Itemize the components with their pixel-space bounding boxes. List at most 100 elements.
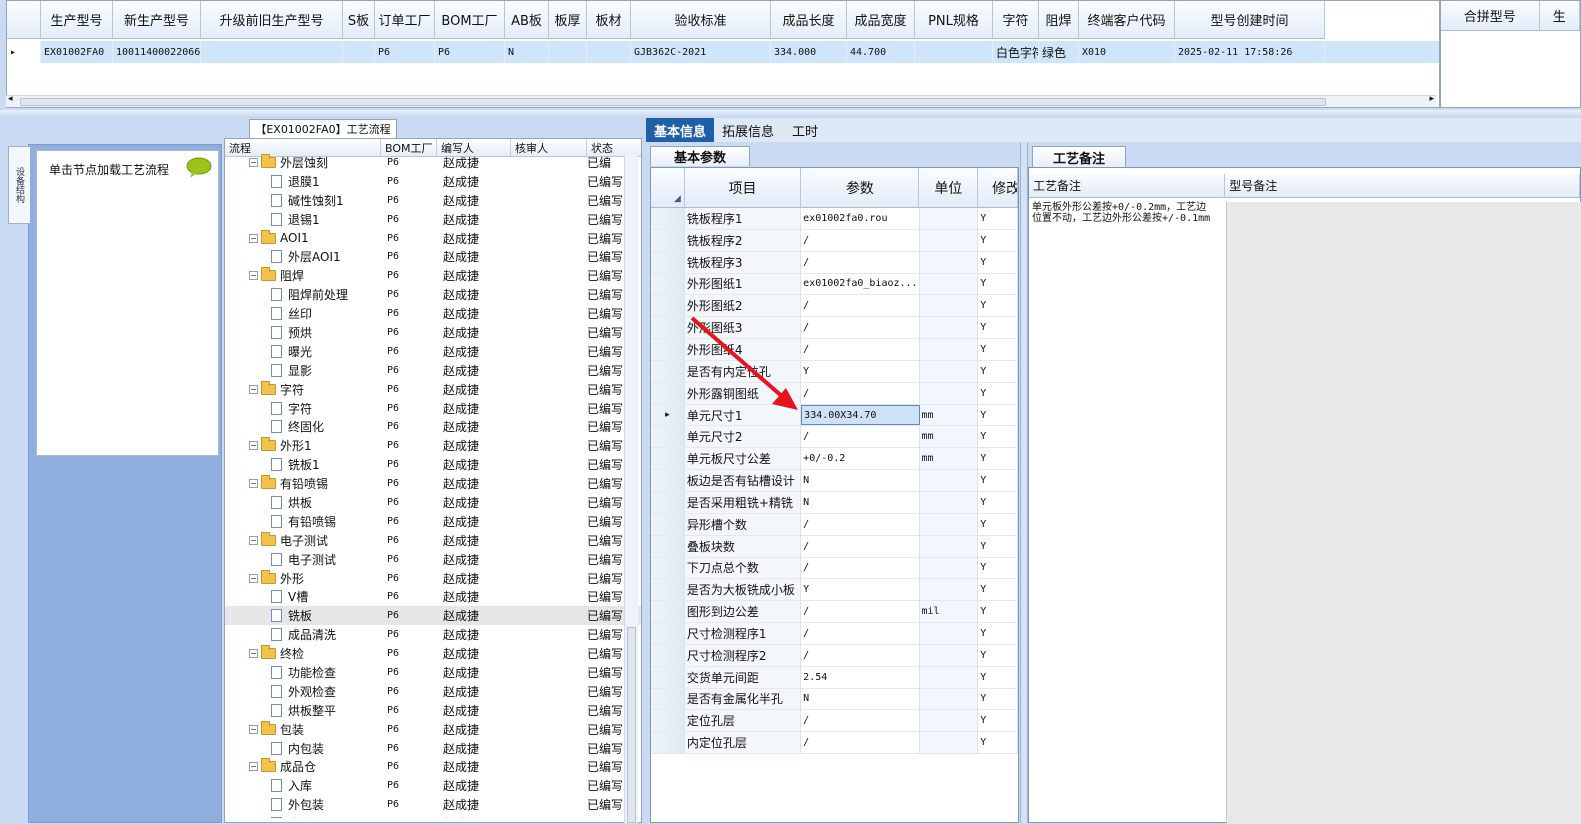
top-cell-solder[interactable]: 绿色	[1039, 41, 1079, 63]
param-unit[interactable]	[919, 273, 979, 295]
tree-row[interactable]: − 成品仓 P6 赵成捷 已编写	[225, 758, 641, 777]
param-modify[interactable]: Y	[978, 470, 1018, 491]
param-modify[interactable]: Y	[978, 317, 1018, 339]
top-cell-new-model[interactable]: 10011400022066	[113, 41, 201, 63]
collapse-icon[interactable]: −	[249, 441, 258, 451]
tree-row[interactable]: 电子测试 P6 赵成捷 已编写	[225, 550, 641, 569]
top-col-header[interactable]: 阻焊	[1039, 1, 1079, 39]
tree-row[interactable]: 退膜1 P6 赵成捷 已编写	[225, 172, 641, 191]
top-col-header[interactable]: 升级前旧生产型号	[201, 1, 343, 39]
top-cell-length[interactable]: 334.000	[771, 41, 847, 63]
param-unit[interactable]	[919, 535, 979, 557]
top-col-header[interactable]: AB板	[505, 1, 549, 39]
param-modify[interactable]: Y	[978, 623, 1018, 644]
param-unit[interactable]: mil	[919, 601, 979, 623]
tree-row[interactable]: 外包装 P6 赵成捷 已编写	[225, 795, 641, 814]
param-unit[interactable]	[919, 732, 979, 754]
tree-row[interactable]: − 阻焊 P6 赵成捷 已编写	[225, 266, 641, 285]
param-unit[interactable]	[919, 382, 979, 404]
tab-basic-params[interactable]: 基本参数	[650, 146, 750, 166]
process-remark-text[interactable]: 单元板外形公差按+0/-0.2mm，工艺边位置不动，工艺边外形公差按+/-0.1…	[1032, 202, 1212, 224]
param-value[interactable]: /	[801, 229, 920, 251]
top-cell-created[interactable]: 2025-02-11 17:58:26	[1175, 41, 1325, 63]
param-unit[interactable]	[919, 360, 979, 382]
collapse-icon[interactable]: −	[249, 384, 258, 394]
param-modify[interactable]: Y	[978, 535, 1018, 557]
param-row[interactable]: 异形槽个数 / Y	[651, 513, 1018, 536]
param-modify[interactable]: Y	[978, 688, 1018, 710]
param-value[interactable]: /	[801, 295, 920, 317]
param-modify[interactable]: Y	[978, 513, 1018, 535]
top-col-header[interactable]: 新生产型号	[113, 1, 201, 39]
collapse-icon[interactable]: −	[249, 479, 258, 489]
tree-row[interactable]: V槽 P6 赵成捷 已编写	[225, 587, 641, 606]
param-row[interactable]: 是否有金属化半孔 N Y	[651, 688, 1018, 711]
param-modify[interactable]: Y	[978, 404, 1019, 426]
param-modify[interactable]: Y	[978, 579, 1018, 601]
param-unit[interactable]	[919, 579, 979, 601]
param-value[interactable]: /	[801, 557, 920, 579]
param-row[interactable]: 铣板程序1 ex01002fa0.rou Y	[651, 208, 1018, 230]
top-col-header[interactable]: 订单工厂	[375, 1, 435, 39]
top-cell-width[interactable]: 44.700	[847, 41, 915, 63]
collapse-icon[interactable]: −	[249, 535, 258, 545]
tree-row[interactable]: 碱性蚀刻1 P6 赵成捷 已编写	[225, 191, 641, 210]
param-value[interactable]: /	[801, 732, 920, 754]
param-modify[interactable]: Y	[978, 426, 1018, 448]
tree-row[interactable]: − 外形1 P6 赵成捷 已编写	[225, 436, 641, 455]
param-modify[interactable]: Y	[978, 273, 1018, 295]
top-col-header[interactable]: 型号创建时间	[1175, 1, 1325, 39]
param-row[interactable]: 尺寸检测程序1/ Y	[651, 623, 1018, 645]
param-row[interactable]: 叠板块数 / Y	[651, 535, 1018, 558]
param-value[interactable]: /	[801, 426, 920, 448]
param-unit[interactable]	[919, 339, 979, 360]
top-col-header[interactable]: S板	[343, 1, 375, 39]
tree-row[interactable]: 阻焊前处理 P6 赵成捷 已编写	[225, 285, 641, 304]
tree-row[interactable]: 入库 P6 赵成捷 已编写	[225, 776, 641, 795]
param-value[interactable]: +0/-0.2	[801, 448, 920, 470]
tree-row[interactable]: 外观检查 P6 赵成捷 已编写	[225, 682, 641, 701]
param-modify[interactable]: Y	[978, 491, 1018, 513]
top-col-header[interactable]: 字符	[993, 1, 1039, 39]
param-modify[interactable]: Y	[978, 208, 1018, 229]
param-row[interactable]: 是否采用粗铣+精铣 N Y	[651, 491, 1018, 514]
param-row[interactable]: 铣板程序3/ Y	[651, 251, 1018, 274]
tree-scrollbar[interactable]	[624, 155, 638, 823]
top-cell-ab-board[interactable]: N	[505, 41, 549, 63]
param-value[interactable]: /	[801, 623, 920, 644]
param-value[interactable]: N	[801, 491, 920, 513]
param-modify[interactable]: Y	[978, 339, 1018, 360]
top-cell-material[interactable]	[587, 41, 631, 63]
col-unit[interactable]: 单位	[919, 168, 979, 208]
param-row[interactable]: 内定位孔层 / Y	[651, 732, 1018, 755]
scroll-left-icon[interactable]: ◂	[8, 94, 13, 104]
tree-row[interactable]: 内包装 P6 赵成捷 已编写	[225, 739, 641, 758]
tree-row[interactable]: 出库P6赵成捷已编写	[225, 814, 641, 818]
top-cell-standard[interactable]: GJB362C-2021	[631, 41, 771, 63]
param-row[interactable]: 是否为大板铣成小板 Y Y	[651, 579, 1018, 602]
param-unit[interactable]	[919, 208, 979, 229]
param-row[interactable]: 外形图纸1 ex01002fa0_biaoz... Y	[651, 273, 1018, 296]
tree-row[interactable]: 铣板 P6 赵成捷 已编写	[225, 606, 641, 626]
collapse-icon[interactable]: −	[249, 233, 258, 243]
param-modify[interactable]: Y	[978, 251, 1018, 273]
param-unit[interactable]	[919, 513, 979, 535]
top-cell-thickness[interactable]	[549, 41, 587, 63]
top-col-header[interactable]: 生产型号	[41, 1, 113, 39]
scroll-right-icon[interactable]: ▸	[1429, 94, 1434, 104]
top-col-header[interactable]: 终端客户代码	[1079, 1, 1175, 39]
top-cell-s-board[interactable]	[343, 41, 375, 63]
param-row[interactable]: 交货单元间距 2.54 Y	[651, 666, 1018, 689]
param-unit[interactable]: mm	[919, 448, 979, 470]
pane-divider[interactable]	[1020, 142, 1028, 823]
top-cell-order-factory[interactable]: P6	[375, 41, 435, 63]
param-modify[interactable]: Y	[978, 557, 1018, 579]
tree-row[interactable]: 外层AOI1 P6 赵成捷 已编写	[225, 247, 641, 266]
collapse-icon[interactable]: −	[249, 573, 258, 583]
tree-row[interactable]: 成品清洗 P6 赵成捷 已编写	[225, 625, 641, 644]
top-col-header[interactable]: 成品长度	[771, 1, 847, 39]
param-value[interactable]: /	[801, 382, 920, 404]
col-bom[interactable]: BOM工厂	[381, 139, 437, 156]
collapse-icon[interactable]: −	[249, 762, 258, 772]
param-modify[interactable]: Y	[978, 601, 1018, 623]
